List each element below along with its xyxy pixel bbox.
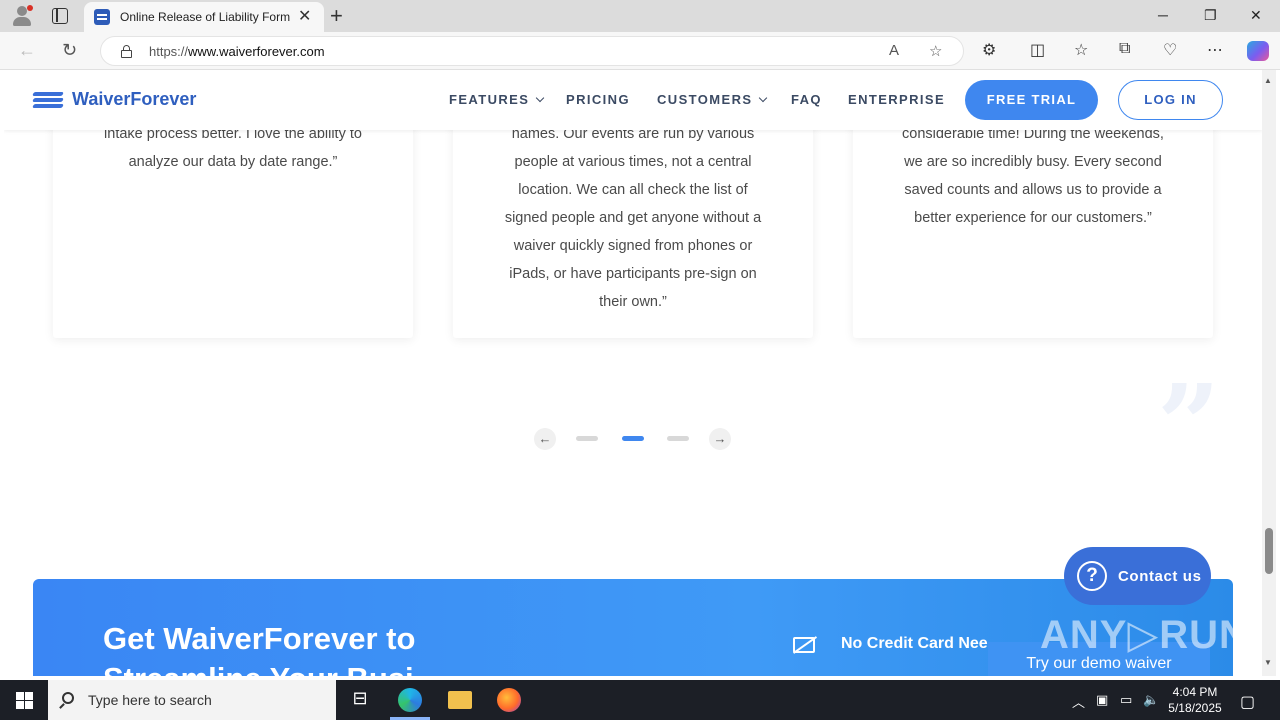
windows-taskbar: Type here to search ⊟ ︿ ▣ ▭ 🔈 4:04 PM 5/…: [0, 680, 1280, 720]
address-bar[interactable]: https://www.waiverforever.com A ☆: [100, 36, 964, 66]
scroll-down-arrow-icon[interactable]: ▼: [1264, 658, 1272, 667]
taskbar-clock[interactable]: 4:04 PM 5/18/2025: [1160, 684, 1230, 716]
minimize-button[interactable]: ─: [1158, 7, 1168, 23]
favicon-icon: [94, 9, 110, 25]
testimonial-quote: names. Our events are run by various peo…: [504, 126, 762, 310]
cta-title: Get WaiverForever to Streamline Your Bus…: [103, 621, 416, 676]
new-tab-button[interactable]: +: [330, 3, 343, 29]
volume-icon[interactable]: 🔈: [1143, 692, 1159, 708]
task-view-icon[interactable]: ⊟: [348, 688, 372, 712]
nav-features[interactable]: FEATURES: [449, 92, 545, 107]
back-arrow-icon[interactable]: ←: [18, 40, 36, 61]
more-menu-icon[interactable]: ⋯: [1207, 40, 1223, 60]
contact-us-label: Contact us: [1118, 568, 1202, 585]
firefox-icon[interactable]: [497, 688, 521, 712]
scroll-thumb[interactable]: [1265, 528, 1273, 574]
browser-essentials-icon[interactable]: ♡: [1163, 40, 1177, 60]
no-credit-card-text: No Credit Card Nee: [841, 635, 988, 652]
nav-customers[interactable]: CUSTOMERS: [657, 92, 768, 107]
browser-tab-bar: Online Release of Liability Forms ✕ + ─ …: [0, 0, 1280, 32]
anyrun-watermark: ANY▷RUN: [1040, 613, 1249, 657]
extensions-icon[interactable]: ⚙: [982, 40, 996, 60]
chevron-down-icon: [536, 93, 545, 103]
tray-overflow-icon[interactable]: ︿: [1072, 692, 1085, 711]
tab-actions-icon[interactable]: [52, 8, 68, 24]
page-scrollbar[interactable]: ▲ ▼: [1262, 70, 1276, 676]
profile-icon[interactable]: [12, 5, 33, 26]
copilot-icon[interactable]: [1247, 41, 1269, 61]
scroll-up-arrow-icon[interactable]: ▲: [1264, 76, 1272, 85]
nav-faq[interactable]: FAQ: [791, 92, 822, 107]
site-header: WaiverForever FEATURES PRICING CUSTOMERS…: [4, 70, 1262, 130]
nav-enterprise[interactable]: ENTERPRISE: [848, 92, 945, 107]
carousel-prev-button[interactable]: ←: [534, 428, 556, 450]
split-screen-icon[interactable]: ◫: [1030, 40, 1045, 60]
help-icon: ?: [1077, 561, 1107, 591]
logo-icon[interactable]: [32, 92, 65, 110]
log-in-button[interactable]: LOG IN: [1118, 80, 1223, 120]
taskbar-search-box[interactable]: Type here to search: [48, 680, 336, 720]
window-close-button[interactable]: ✕: [1250, 7, 1262, 24]
network-icon[interactable]: ▭: [1120, 692, 1132, 708]
logo-text[interactable]: WaiverForever: [72, 89, 196, 110]
carousel-dot-2-active[interactable]: [622, 436, 644, 441]
windows-start-icon[interactable]: [16, 692, 33, 709]
tab-close-icon[interactable]: ✕: [298, 8, 311, 26]
carousel-dot-1[interactable]: [576, 436, 598, 441]
file-explorer-icon[interactable]: [448, 691, 472, 709]
favorite-star-icon[interactable]: ☆: [929, 42, 942, 60]
contact-us-button[interactable]: ? Contact us: [1064, 547, 1211, 605]
browser-toolbar: ← ↻ https://www.waiverforever.com A ☆ ⚙ …: [0, 32, 1280, 70]
free-trial-button[interactable]: FREE TRIAL: [965, 80, 1098, 120]
web-page: intake process better. I love the abilit…: [4, 70, 1262, 676]
notifications-icon[interactable]: ▢: [1240, 692, 1255, 712]
search-icon: [62, 692, 74, 704]
restore-button[interactable]: ❐: [1204, 7, 1217, 24]
testimonial-quote: considerable time! During the weekends, …: [902, 126, 1164, 226]
favorites-icon[interactable]: ☆: [1074, 40, 1088, 60]
collections-icon[interactable]: ⧉: [1119, 40, 1130, 58]
carousel-dot-3[interactable]: [667, 436, 689, 441]
tab-title: Online Release of Liability Forms: [120, 10, 290, 24]
browser-tab-active[interactable]: Online Release of Liability Forms ✕: [84, 2, 324, 32]
tray-device-icon[interactable]: ▣: [1096, 692, 1108, 708]
url-text: https://www.waiverforever.com: [149, 44, 325, 59]
carousel-next-button[interactable]: →: [709, 428, 731, 450]
taskbar-search-placeholder: Type here to search: [88, 692, 212, 708]
edge-taskbar-icon[interactable]: [398, 688, 422, 712]
nav-pricing[interactable]: PRICING: [566, 92, 630, 107]
no-credit-card-icon: [793, 637, 815, 653]
read-aloud-icon[interactable]: A: [889, 42, 899, 59]
quote-mark-icon: ”: [1157, 360, 1221, 489]
chevron-down-icon: [759, 93, 768, 103]
lock-icon[interactable]: [121, 45, 132, 58]
refresh-icon[interactable]: ↻: [62, 40, 77, 61]
